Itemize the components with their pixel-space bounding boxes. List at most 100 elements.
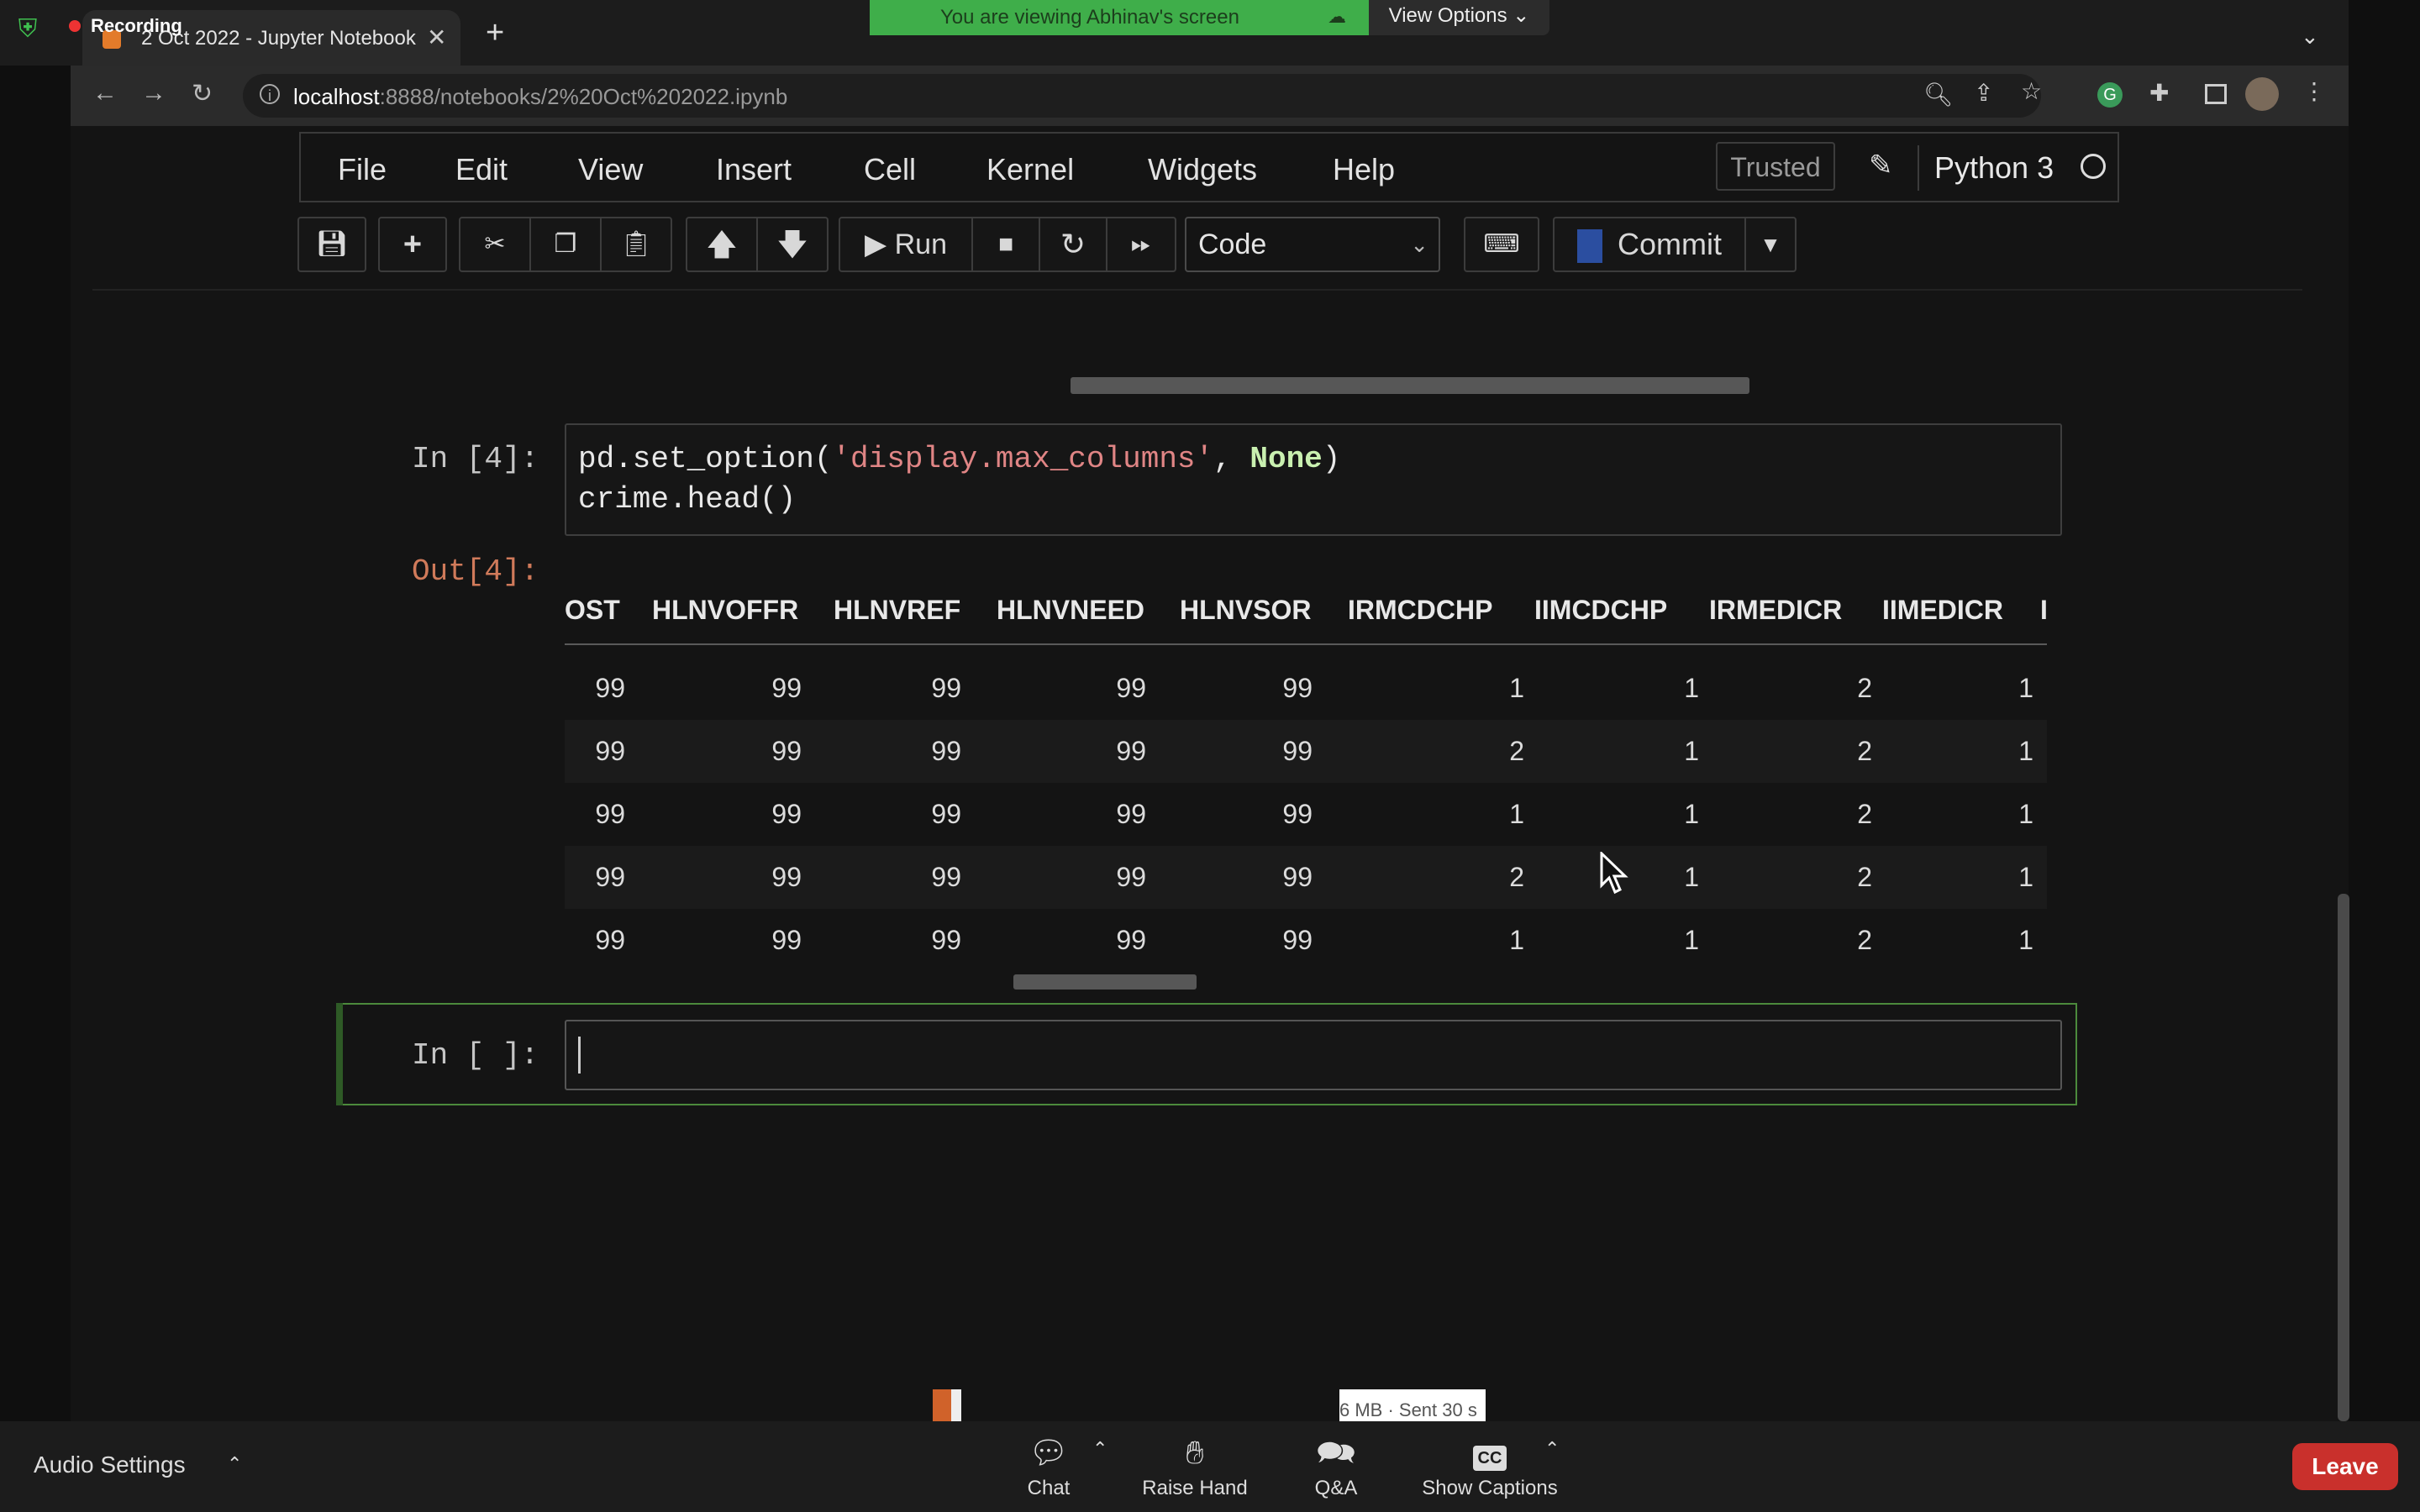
table-cell: 99: [595, 925, 625, 955]
chevron-up-icon[interactable]: ⌃: [227, 1453, 242, 1475]
chevron-up-icon[interactable]: ⌃: [1092, 1438, 1107, 1460]
menu-view[interactable]: View: [578, 152, 643, 187]
interrupt-stop-icon[interactable]: ■: [973, 218, 1039, 270]
tab-close-icon[interactable]: ✕: [427, 24, 446, 51]
code-line-1: pd.set_option('display.max_columns', Non…: [578, 442, 1340, 476]
table-cell: 99: [771, 925, 802, 955]
commit-label: Commit: [1618, 227, 1722, 261]
reload-icon[interactable]: ↻: [192, 79, 213, 108]
table-cell: 1: [1684, 736, 1699, 766]
table-cell: 99: [771, 736, 802, 766]
table-cell: 99: [771, 862, 802, 892]
commit-dropdown-caret-icon[interactable]: ▼: [1746, 218, 1795, 270]
edit-pencil-icon[interactable]: ✎: [1869, 149, 1893, 182]
raise-hand-icon: ✋︎: [1186, 1436, 1204, 1471]
empty-code-editor[interactable]: [565, 1020, 2062, 1090]
code-cell-editor[interactable]: pd.set_option('display.max_columns', Non…: [565, 423, 2062, 536]
input-prompt: In [4]:: [412, 442, 539, 476]
table-cell: 1: [1684, 925, 1699, 955]
qa-label: Q&A: [1314, 1477, 1358, 1499]
view-options-button[interactable]: View Options ⌄: [1369, 0, 1549, 35]
output-horizontal-scrollbar-bottom[interactable]: [1013, 974, 1197, 990]
back-arrow-icon[interactable]: ←: [92, 79, 118, 108]
code-line-2: crime.head(): [578, 482, 797, 517]
table-cell: 99: [1116, 736, 1146, 766]
raise-hand-button[interactable]: ✋︎ Raise Hand: [1136, 1430, 1254, 1500]
grammarly-extension-icon[interactable]: G: [2097, 82, 2123, 108]
qa-button[interactable]: 🗪︎ Q&A: [1302, 1430, 1370, 1500]
cut-scissors-icon[interactable]: ✂: [460, 218, 529, 270]
run-button[interactable]: ▶ Run: [840, 218, 971, 270]
table-cell: 2: [1509, 736, 1524, 766]
run-label: Run: [894, 228, 947, 260]
extensions-puzzle-icon[interactable]: ✚: [2149, 79, 2169, 107]
paste-icon[interactable]: 📋︎: [602, 218, 671, 270]
cell-type-select[interactable]: Code ⌄: [1185, 217, 1440, 272]
side-panel-icon[interactable]: [2205, 84, 2227, 104]
trusted-badge[interactable]: Trusted: [1716, 142, 1835, 191]
table-cell: 99: [595, 799, 625, 829]
menu-help[interactable]: Help: [1333, 152, 1395, 187]
tab-search-chevron-icon[interactable]: ⌄: [2301, 24, 2319, 50]
chat-bubble-icon: 💬︎: [1028, 1436, 1070, 1471]
restart-icon[interactable]: ↻: [1040, 218, 1106, 270]
input-prompt-empty: In [ ]:: [412, 1038, 539, 1073]
qa-bubbles-icon: 🗪︎: [1316, 1436, 1356, 1471]
table-cell: 99: [931, 673, 961, 703]
table-cell: 99: [1282, 862, 1313, 892]
kernel-name[interactable]: Python 3: [1934, 150, 2054, 186]
menu-insert[interactable]: Insert: [716, 152, 792, 187]
captions-label: Show Captions: [1422, 1477, 1558, 1499]
chevron-down-icon: ⌄: [1410, 232, 1428, 257]
column-header: HLNVREF: [834, 595, 961, 625]
column-header: HLNVOFFR: [652, 595, 799, 625]
menu-edit[interactable]: Edit: [455, 152, 508, 187]
table-cell: 2: [1857, 673, 1872, 703]
column-header: HLNVNEED: [997, 595, 1145, 625]
table-cell: 1: [2018, 925, 2033, 955]
chevron-up-icon[interactable]: ⌃: [1544, 1438, 1560, 1460]
table-cell: 99: [595, 862, 625, 892]
profile-avatar[interactable]: [2245, 77, 2279, 111]
site-info-icon[interactable]: i: [260, 84, 280, 104]
audio-settings-button[interactable]: Audio Settings: [34, 1452, 186, 1478]
commit-button[interactable]: Commit: [1555, 218, 1744, 270]
column-header: OST: [565, 595, 620, 625]
menu-kernel[interactable]: Kernel: [986, 152, 1074, 187]
forward-arrow-icon[interactable]: →: [141, 79, 166, 108]
browser-toolbar: ← → ↻ i localhost:8888/notebooks/2%20Oct…: [71, 66, 2349, 126]
toolbar-divider: [92, 289, 2302, 291]
menu-file[interactable]: File: [338, 152, 387, 187]
code-token: pd.set_option(: [578, 442, 833, 476]
tab-title: 2 Oct 2022 - Jupyter Notebook: [141, 27, 416, 50]
upload-status-text: 6 MB · Sent 30 s: [1339, 1389, 1486, 1421]
menu-widgets[interactable]: Widgets: [1148, 152, 1257, 187]
url-text[interactable]: localhost:8888/notebooks/2%20Oct%202022.…: [293, 84, 787, 110]
insert-cell-plus-icon[interactable]: +: [380, 218, 445, 270]
restart-run-all-icon[interactable]: ⏩︎: [1107, 218, 1175, 270]
table-cell: 1: [1509, 673, 1524, 703]
chat-button[interactable]: 💬︎ Chat: [1015, 1430, 1082, 1500]
zoom-icon[interactable]: 🔍︎: [1923, 81, 1954, 108]
address-bar[interactable]: i localhost:8888/notebooks/2%20Oct%20202…: [243, 74, 2042, 118]
move-down-arrow-icon[interactable]: 🡇: [758, 218, 827, 270]
play-icon: ▶: [865, 228, 887, 260]
share-page-icon[interactable]: ⇪: [1974, 79, 1993, 107]
bookmark-star-icon[interactable]: ☆: [2021, 77, 2042, 105]
meeting-controls-bar: Audio Settings ⌃ 💬︎ Chat ⌃ ✋︎ Raise Hand…: [0, 1421, 2420, 1512]
url-path: :8888/notebooks/2%20Oct%202022.ipynb: [379, 84, 788, 109]
page-vertical-scrollbar[interactable]: [2338, 894, 2349, 1421]
save-icon[interactable]: 💾︎: [299, 218, 365, 270]
browser-menu-kebab-icon[interactable]: ⋮: [2302, 77, 2326, 105]
table-cell: 1: [1509, 799, 1524, 829]
copy-icon[interactable]: ❐: [531, 218, 600, 270]
output-horizontal-scrollbar-top[interactable]: [1071, 377, 1749, 394]
leave-meeting-button[interactable]: Leave: [2292, 1443, 2398, 1490]
selected-cell-marker: [336, 1003, 343, 1105]
table-cell: 99: [1282, 799, 1313, 829]
table-cell: 99: [931, 799, 961, 829]
keyboard-shortcuts-icon[interactable]: ⌨: [1465, 218, 1538, 270]
menu-cell[interactable]: Cell: [864, 152, 916, 187]
new-tab-icon[interactable]: +: [486, 17, 504, 49]
move-up-arrow-icon[interactable]: 🡅: [687, 218, 756, 270]
